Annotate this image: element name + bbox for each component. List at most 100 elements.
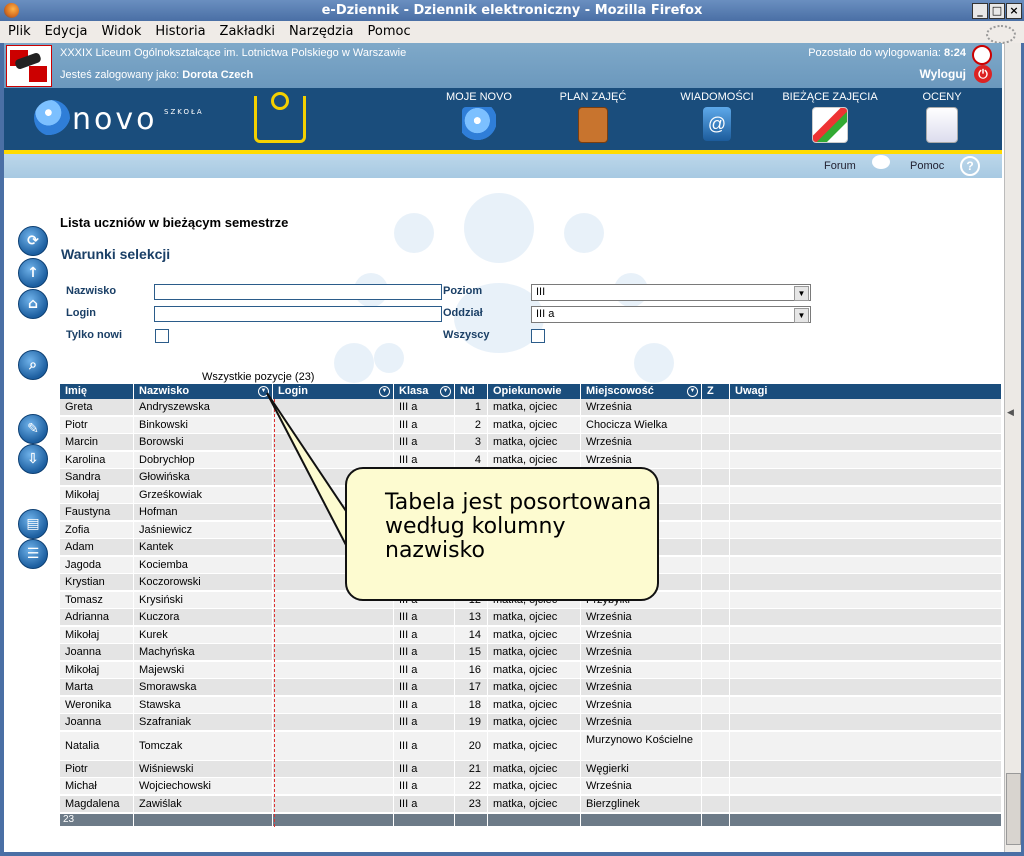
header-label: Opiekunowie bbox=[493, 385, 562, 397]
refresh-icon[interactable]: ⟳ bbox=[18, 226, 48, 256]
scrollbar-thumb[interactable] bbox=[1006, 773, 1021, 845]
table-row[interactable]: Mikołaj Kurek III a 14 matka, ojciec Września bbox=[60, 626, 1002, 644]
table-row[interactable]: Piotr Wiśniewski III a 21 matka, ojciec Węgie… bbox=[60, 760, 1002, 778]
table-cell-miejscowosc: Września bbox=[581, 644, 702, 660]
table-cell-imie: Marcin bbox=[60, 434, 134, 450]
power-icon[interactable]: ⏻ bbox=[974, 65, 992, 83]
table-cell-login bbox=[273, 661, 394, 678]
magnifier-icon[interactable]: ⌕ bbox=[18, 350, 48, 380]
table-cell-klasa: III a bbox=[394, 795, 455, 812]
table-row[interactable]: Michał Wojciechowski III a 22 matka, ojciec W… bbox=[60, 778, 1002, 795]
chevron-down-icon[interactable]: ▼ bbox=[794, 286, 809, 301]
menu-narzedzia[interactable]: Narzędzia bbox=[281, 21, 360, 39]
menu-pomoc[interactable]: Pomoc bbox=[360, 21, 417, 39]
table-cell-nazwisko: Stawska bbox=[134, 696, 273, 713]
all-checkbox[interactable] bbox=[531, 329, 545, 343]
level-label: Poziom bbox=[443, 285, 483, 297]
header-col-miejscowosc[interactable]: Miejscowość ▼ bbox=[581, 384, 702, 399]
table-cell-klasa: III a bbox=[394, 679, 455, 695]
table-cell-opiekunowie: matka, ojciec bbox=[488, 626, 581, 643]
edit-pencil-icon[interactable]: ✎ bbox=[18, 414, 48, 444]
table-cell-klasa: III a bbox=[394, 626, 455, 643]
table-cell-login bbox=[273, 760, 394, 777]
table-row[interactable]: Marcin Borowski III a 3 matka, ojciec Wrześni… bbox=[60, 434, 1002, 451]
question-icon[interactable]: ? bbox=[960, 156, 980, 176]
table-cell-login bbox=[273, 416, 394, 433]
header-label: Miejscowość bbox=[586, 385, 654, 397]
menu-historia[interactable]: Historia bbox=[147, 21, 211, 39]
table-row[interactable]: Karolina Dobrychłop III a 4 matka, ojciec Wrz… bbox=[60, 451, 1002, 469]
speech-bubble-icon[interactable] bbox=[872, 155, 890, 169]
table-row[interactable]: Weronika Stawska III a 18 matka, ojciec Wrześ… bbox=[60, 696, 1002, 714]
table-cell-uwagi bbox=[730, 696, 1002, 713]
newonly-checkbox[interactable] bbox=[155, 329, 169, 343]
arrow-up-icon[interactable]: ↑ bbox=[18, 258, 48, 288]
table-row[interactable]: Magdalena Zawiślak III a 23 matka, ojciec Bie… bbox=[60, 795, 1002, 813]
login-input[interactable] bbox=[154, 306, 442, 322]
table-row[interactable]: Piotr Binkowski III a 2 matka, ojciec Chocicz… bbox=[60, 416, 1002, 434]
surname-input[interactable] bbox=[154, 284, 442, 300]
header-col-login[interactable]: Login ▼ bbox=[273, 384, 394, 399]
header-col-z[interactable]: Z bbox=[702, 384, 730, 399]
menu-edycja[interactable]: Edycja bbox=[37, 21, 94, 39]
menu-plik[interactable]: Plik bbox=[0, 21, 37, 39]
printer-icon[interactable]: ▤ bbox=[18, 509, 48, 539]
table-cell-nd: 13 bbox=[455, 609, 488, 625]
logout-link[interactable]: Wyloguj bbox=[920, 67, 966, 81]
table-row[interactable]: Greta Andryszewska III a 1 matka, ojciec Wrze… bbox=[60, 399, 1002, 416]
header-label: Klasa bbox=[399, 385, 429, 397]
table-cell-imie: Faustyna bbox=[60, 504, 134, 520]
maximize-button[interactable]: □ bbox=[989, 3, 1005, 19]
header-col-imie[interactable]: Imię bbox=[60, 384, 134, 399]
chevron-down-icon[interactable]: ▼ bbox=[794, 308, 809, 323]
level-select[interactable]: III ▼ bbox=[531, 284, 811, 301]
table-row[interactable]: Joanna Szafraniak III a 19 matka, ojciec Wrze… bbox=[60, 714, 1002, 731]
table-row[interactable]: Mikołaj Majewski III a 16 matka, ojciec Wrześ… bbox=[60, 661, 1002, 679]
menu-zakladki[interactable]: Zakładki bbox=[212, 21, 281, 39]
table-cell-z bbox=[702, 574, 730, 590]
sort-chevron-icon[interactable]: ▼ bbox=[258, 386, 269, 397]
sort-chevron-icon[interactable]: ▼ bbox=[440, 386, 451, 397]
help-link[interactable]: Pomoc bbox=[910, 160, 944, 172]
export-list-icon[interactable]: ☰ bbox=[18, 539, 48, 569]
table-row[interactable]: Natalia Tomczak III a 20 matka, ojciec Murzyn… bbox=[60, 731, 1002, 761]
logged-prefix: Jesteś zalogowany jako: bbox=[60, 69, 180, 81]
nav-wiadomosci[interactable]: WIADOMOŚCI @ bbox=[680, 91, 754, 141]
nav-moje-novo[interactable]: MOJE NOVO bbox=[444, 91, 514, 141]
table-cell-opiekunowie: matka, ojciec bbox=[488, 696, 581, 713]
forum-link[interactable]: Forum bbox=[824, 160, 856, 172]
vertical-scrollbar[interactable]: ◀ bbox=[1004, 43, 1021, 852]
header-col-nd[interactable]: Nd bbox=[455, 384, 488, 399]
sort-chevron-icon[interactable]: ▼ bbox=[687, 386, 698, 397]
table-row[interactable]: Joanna Machyńska III a 15 matka, ojciec Wrześ… bbox=[60, 644, 1002, 661]
class-select[interactable]: III a ▼ bbox=[531, 306, 811, 323]
table-cell-uwagi bbox=[730, 451, 1002, 468]
minimize-button[interactable]: _ bbox=[972, 3, 988, 19]
header-col-nazwisko[interactable]: Nazwisko ▼ bbox=[134, 384, 273, 399]
table-cell-z bbox=[702, 469, 730, 485]
mail-book-icon: @ bbox=[703, 107, 731, 141]
home-icon[interactable]: ⌂ bbox=[18, 289, 48, 319]
download-icon[interactable]: ⇩ bbox=[18, 444, 48, 474]
table-cell-nazwisko: Wojciechowski bbox=[134, 778, 273, 794]
table-row[interactable]: Marta Smorawska III a 17 matka, ojciec Wrześn… bbox=[60, 679, 1002, 696]
nav-plan-zajec[interactable]: PLAN ZAJĘĆ bbox=[556, 91, 630, 143]
table-cell-klasa: III a bbox=[394, 778, 455, 794]
nav-oceny[interactable]: OCENY bbox=[912, 91, 972, 143]
sort-chevron-icon[interactable]: ▼ bbox=[379, 386, 390, 397]
table-cell-z bbox=[702, 434, 730, 450]
header-col-klasa[interactable]: Klasa ▼ bbox=[394, 384, 455, 399]
header-col-opiekunowie[interactable]: Opiekunowie bbox=[488, 384, 581, 399]
close-button[interactable]: × bbox=[1006, 3, 1022, 19]
table-cell-nd: 22 bbox=[455, 778, 488, 794]
criteria-heading: Warunki selekcji bbox=[61, 246, 171, 262]
header-col-uwagi[interactable]: Uwagi bbox=[730, 384, 1002, 399]
table-cell-opiekunowie: matka, ojciec bbox=[488, 609, 581, 625]
table-cell-uwagi bbox=[730, 399, 1002, 415]
nav-biezace-zajecia[interactable]: BIEŻĄCE ZAJĘCIA bbox=[780, 91, 880, 143]
table-cell-login bbox=[273, 626, 394, 643]
menu-widok[interactable]: Widok bbox=[93, 21, 147, 39]
scroll-up-icon[interactable]: ◀ bbox=[1007, 408, 1014, 418]
table-row[interactable]: Adrianna Kuczora III a 13 matka, ojciec Wrześ… bbox=[60, 609, 1002, 626]
table-cell-opiekunowie: matka, ojciec bbox=[488, 731, 581, 760]
